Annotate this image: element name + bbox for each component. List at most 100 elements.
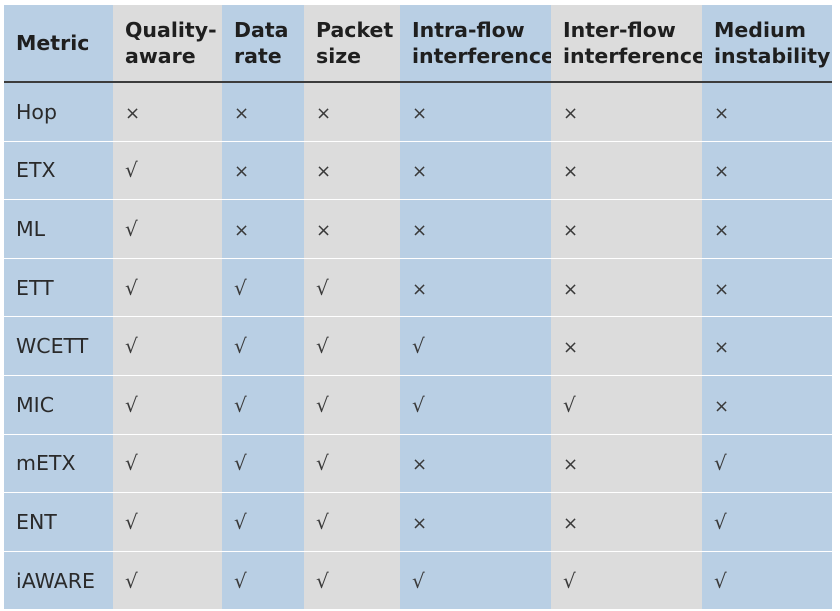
header-medium-instability: Medium instability (702, 5, 832, 83)
support-cell: √ (304, 434, 400, 494)
cross-mark-icon: × (563, 161, 579, 183)
support-cell: × (304, 200, 400, 259)
cross-mark-icon: × (412, 512, 428, 534)
check-mark-icon: √ (412, 334, 425, 359)
table-row: Hop × × × × × × (4, 83, 832, 142)
cross-mark-icon: × (125, 102, 141, 124)
support-cell: × (304, 83, 400, 142)
support-cell: × (702, 83, 832, 142)
check-mark-icon: √ (316, 275, 329, 300)
check-mark-icon: √ (563, 392, 576, 417)
header-line: Quality- (125, 18, 217, 42)
header-packet-size: Packet size (304, 5, 400, 83)
check-mark-icon: √ (234, 568, 247, 593)
cross-mark-icon: × (234, 161, 250, 183)
metric-name-cell: ENT (4, 493, 113, 552)
cross-mark-icon: × (714, 278, 730, 300)
check-mark-icon: √ (125, 158, 138, 183)
support-cell: × (113, 83, 222, 142)
check-mark-icon: √ (125, 451, 138, 476)
cross-mark-icon: × (412, 219, 428, 241)
header-metric: Metric (4, 5, 113, 83)
check-mark-icon: √ (234, 392, 247, 417)
support-cell: √ (113, 551, 222, 610)
support-cell: × (702, 200, 832, 259)
cross-mark-icon: × (714, 395, 730, 417)
table-row: MIC √ √ √ √ √ × (4, 375, 832, 435)
support-cell: √ (400, 317, 551, 376)
cross-mark-icon: × (234, 219, 250, 241)
support-cell: × (400, 83, 551, 142)
header-line: rate (234, 44, 282, 68)
support-cell: × (702, 375, 832, 435)
support-cell: × (222, 141, 304, 201)
header-line: instability (714, 44, 831, 68)
cross-mark-icon: × (714, 102, 730, 124)
metric-name-cell: mETX (4, 434, 113, 494)
cross-mark-icon: × (563, 278, 579, 300)
header-quality-aware: Quality-aware (113, 5, 222, 83)
check-mark-icon: √ (412, 392, 425, 417)
support-cell: × (551, 434, 702, 494)
metric-name-cell: WCETT (4, 317, 113, 376)
support-cell: √ (222, 258, 304, 318)
support-cell: × (551, 493, 702, 552)
support-cell: √ (222, 551, 304, 610)
support-cell: × (400, 200, 551, 259)
header-data-rate: Data rate (222, 5, 304, 83)
cross-mark-icon: × (412, 278, 428, 300)
cross-mark-icon: × (316, 219, 332, 241)
support-cell: √ (400, 551, 551, 610)
cross-mark-icon: × (563, 219, 579, 241)
check-mark-icon: √ (125, 509, 138, 534)
check-mark-icon: √ (234, 451, 247, 476)
table-row: iAWARE √ √ √ √ √ √ (4, 551, 832, 610)
support-cell: √ (551, 551, 702, 610)
header-line: interference (412, 44, 551, 68)
header-line: aware (125, 44, 196, 68)
support-cell: × (400, 434, 551, 494)
metric-name-cell: ML (4, 200, 113, 259)
support-cell: √ (304, 258, 400, 318)
support-cell: √ (400, 375, 551, 435)
table-row: ML √ × × × × × (4, 200, 832, 259)
check-mark-icon: √ (412, 568, 425, 593)
check-mark-icon: √ (234, 275, 247, 300)
support-cell: √ (702, 493, 832, 552)
cross-mark-icon: × (563, 512, 579, 534)
cross-mark-icon: × (234, 102, 250, 124)
support-cell: √ (113, 258, 222, 318)
support-cell: √ (113, 200, 222, 259)
table-header: Metric Quality-aware Data rate Packet size Int… (4, 5, 832, 83)
support-cell: √ (222, 317, 304, 376)
header-line: Data (234, 18, 289, 42)
support-cell: √ (304, 493, 400, 552)
check-mark-icon: √ (563, 568, 576, 593)
support-cell: × (551, 141, 702, 201)
check-mark-icon: √ (714, 451, 727, 476)
check-mark-icon: √ (316, 392, 329, 417)
cross-mark-icon: × (412, 161, 428, 183)
table-row: ETX √ × × × × × (4, 141, 832, 201)
header-line: Medium (714, 18, 806, 42)
support-cell: × (702, 258, 832, 318)
cross-mark-icon: × (563, 102, 579, 124)
check-mark-icon: √ (316, 334, 329, 359)
cross-mark-icon: × (714, 161, 730, 183)
header-row: Metric Quality-aware Data rate Packet size Int… (4, 5, 832, 83)
support-cell: × (222, 83, 304, 142)
check-mark-icon: √ (125, 392, 138, 417)
cross-mark-icon: × (714, 219, 730, 241)
support-cell: √ (304, 375, 400, 435)
cross-mark-icon: × (316, 102, 332, 124)
header-line: interference (563, 44, 702, 68)
check-mark-icon: √ (125, 568, 138, 593)
check-mark-icon: √ (234, 334, 247, 359)
support-cell: √ (222, 434, 304, 494)
support-cell: × (551, 83, 702, 142)
support-cell: × (400, 258, 551, 318)
cross-mark-icon: × (714, 337, 730, 359)
support-cell: × (551, 317, 702, 376)
support-cell: × (400, 141, 551, 201)
check-mark-icon: √ (316, 568, 329, 593)
